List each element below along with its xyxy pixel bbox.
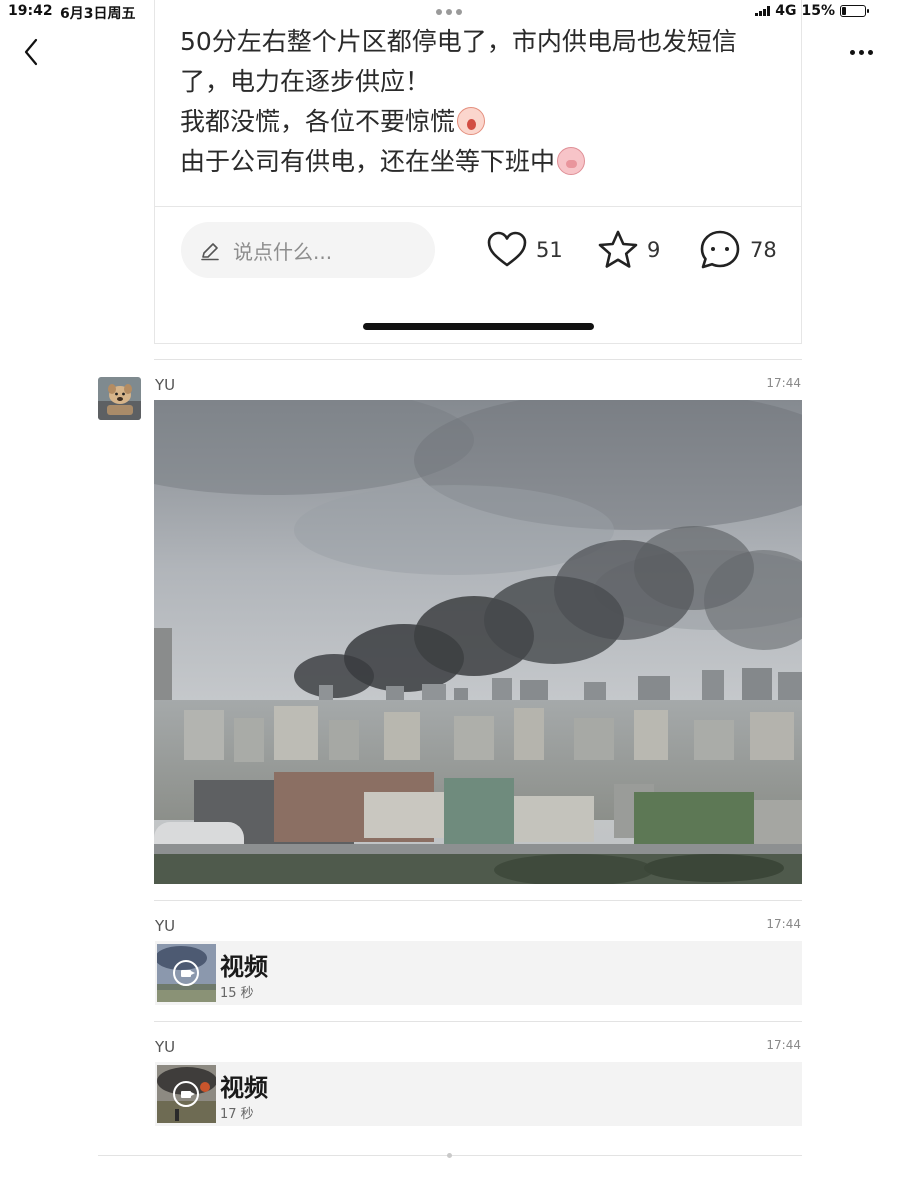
video-thumbnail	[157, 1065, 216, 1123]
message-time: 17:44	[766, 376, 801, 390]
divider	[154, 359, 802, 360]
comment-count: 78	[750, 238, 777, 262]
video-camera-icon	[173, 960, 199, 986]
star-icon	[598, 230, 638, 268]
video-message[interactable]: 视频 17 秒	[155, 1062, 802, 1126]
post-text: 50分左右整个片区都停电了，市内供电局也发短信 了，电力在逐步供应！ 我都没慌，…	[180, 22, 780, 182]
status-time: 19:42	[8, 3, 53, 19]
sender-name: YU	[155, 1038, 176, 1056]
post-line: 我都没慌，各位不要惊慌	[180, 107, 456, 136]
message-photo[interactable]	[154, 400, 802, 884]
scared-emoji-icon	[457, 107, 486, 135]
video-message[interactable]: 视频 15 秒	[155, 941, 802, 1005]
divider	[154, 1021, 802, 1022]
heart-icon	[487, 231, 527, 267]
avatar-image	[98, 377, 141, 420]
city-smoke-photo	[154, 400, 802, 884]
video-title: 视频	[220, 1074, 268, 1102]
status-date: 6月3日周五	[60, 6, 136, 22]
comment-button[interactable]: 78	[698, 226, 777, 274]
ellipsis-icon	[849, 49, 855, 55]
comment-placeholder: 说点什么...	[233, 240, 333, 264]
video-title: 视频	[220, 953, 268, 981]
video-thumbnail	[157, 944, 216, 1002]
video-camera-icon	[173, 1081, 199, 1107]
avatar[interactable]	[98, 377, 141, 420]
battery-icon	[840, 5, 869, 17]
like-count: 51	[536, 238, 563, 262]
scroll-dot	[447, 1153, 452, 1158]
sender-name: YU	[155, 376, 176, 394]
post-line-with-emoji: 我都没慌，各位不要惊慌	[180, 102, 780, 142]
video-duration: 15 秒	[220, 986, 254, 1001]
comment-input[interactable]: 说点什么...	[181, 222, 435, 278]
like-button[interactable]: 51	[486, 226, 563, 274]
post-line: 了，电力在逐步供应！	[180, 67, 431, 96]
pig-emoji-icon	[557, 147, 586, 175]
battery-percent: 15%	[801, 3, 835, 19]
comment-bubble-icon	[700, 230, 740, 269]
post-line: 50分左右整个片区都停电了，市内供电局也发短信	[180, 27, 737, 56]
divider	[154, 900, 802, 901]
video-duration: 17 秒	[220, 1107, 254, 1122]
message-time: 17:44	[766, 917, 801, 931]
favorite-count: 9	[647, 238, 661, 262]
home-indicator	[363, 323, 594, 330]
favorite-button[interactable]: 9	[597, 226, 660, 274]
chevron-left-icon	[24, 38, 38, 66]
sender-name: YU	[155, 917, 176, 935]
post-line: 由于公司有供电，还在坐等下班中	[180, 147, 556, 176]
message-time: 17:44	[766, 1038, 801, 1052]
post-line-with-emoji: 由于公司有供电，还在坐等下班中	[180, 142, 780, 182]
more-button[interactable]	[844, 44, 878, 60]
divider	[155, 206, 801, 207]
back-button[interactable]	[14, 32, 50, 72]
pencil-icon	[201, 243, 219, 261]
